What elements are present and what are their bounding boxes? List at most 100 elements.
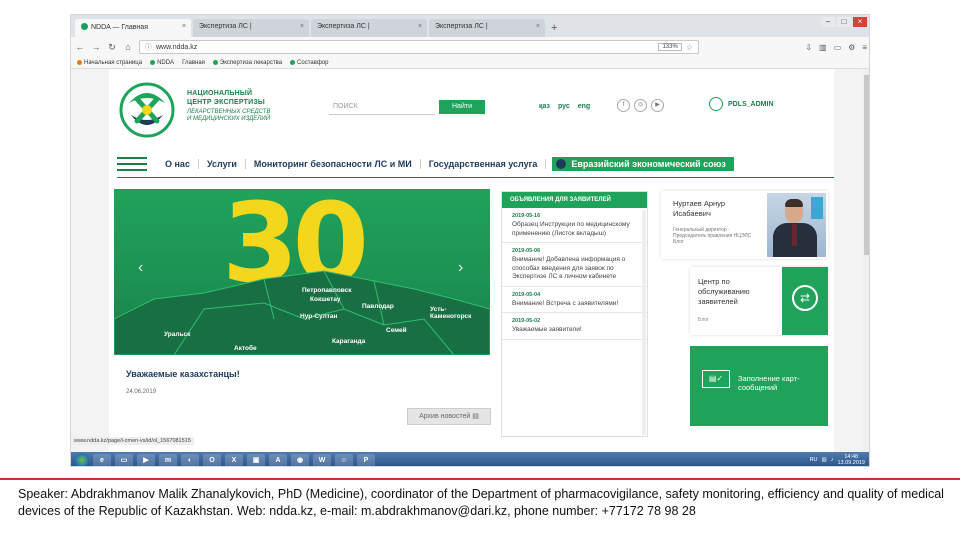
archive-icon: ▤ [472, 413, 479, 420]
lang-en[interactable]: eng [578, 103, 590, 110]
bookmark-item[interactable]: Составфор [290, 59, 328, 66]
facebook-icon[interactable]: f [617, 99, 630, 112]
announcements-scrollbar[interactable] [642, 210, 646, 435]
excel-icon[interactable]: X [225, 453, 243, 466]
search-button[interactable]: Найти [439, 100, 485, 114]
reload-icon[interactable]: ↻ [107, 42, 117, 53]
app-icon[interactable]: m [159, 453, 177, 466]
close-window-icon[interactable]: × [853, 17, 867, 27]
chrome-icon[interactable]: ◉ [291, 453, 309, 466]
library-icon[interactable]: ▥ [819, 43, 827, 52]
lang-ru[interactable]: рус [558, 103, 570, 110]
firefox-icon[interactable]: ◐ [181, 453, 199, 466]
minimize-icon[interactable]: – [821, 17, 835, 27]
zoom-level[interactable]: 133% [658, 43, 682, 51]
forward-icon[interactable]: → [91, 42, 101, 52]
navigation-bar: ← → ↻ ⌂ ⓘ www.ndda.kz 133% ☆ ⇩ ▥ ▭ ⚙ ≡ [71, 37, 869, 57]
org-name: НАЦИОНАЛЬНЫЙ ЦЕНТР ЭКСПЕРТИЗЫ [187, 90, 265, 106]
new-tab-button[interactable]: + [551, 22, 557, 34]
news-archive-button[interactable]: Архив новостей ▤ [407, 408, 491, 425]
bookmark-item[interactable]: Главная [182, 60, 205, 66]
slider-next-icon[interactable]: › [458, 259, 463, 277]
media-player-icon[interactable]: ▶ [137, 453, 155, 466]
slider-prev-icon[interactable]: ‹ [138, 259, 143, 277]
settings-icon[interactable]: ⚙ [848, 43, 855, 52]
page-scrollbar[interactable] [863, 69, 869, 452]
applicant-service-card[interactable]: Центр по обслуживанию заявителей Блог ⇄ [690, 267, 828, 335]
back-icon[interactable]: ← [75, 42, 85, 52]
app-icon[interactable]: ☺ [335, 453, 353, 466]
close-tab-icon[interactable]: × [418, 23, 422, 30]
user-account[interactable]: PDLS_ADMIN [709, 97, 774, 111]
search-input[interactable]: ПОИСК [329, 101, 435, 115]
map-city: Павлодар [362, 303, 394, 310]
ndda-logo[interactable] [119, 81, 175, 139]
announcement-item[interactable]: 2019-05-04 Внимание! Встреча с заявителя… [502, 287, 647, 313]
bookmark-star-icon[interactable]: ☆ [686, 43, 693, 52]
hamburger-menu-icon[interactable] [117, 157, 147, 171]
menu-item-state-service[interactable]: Государственная услуга [421, 159, 547, 169]
report-cards-card[interactable]: ▤✓ Заполнение карт- сообщений [690, 346, 828, 426]
caption-date: 24.06.2019 [126, 389, 157, 395]
announcement-item[interactable]: 2019-05-16 Образец Инструкции по медицин… [502, 208, 647, 243]
map-city: Уральск [164, 331, 191, 338]
tab-expertise-2[interactable]: Экспертиза ЛС | × [311, 19, 427, 37]
user-name: PDLS_ADMIN [728, 100, 774, 108]
window-controls: – □ × [821, 17, 867, 27]
ndda-favicon-icon [290, 59, 296, 65]
director-card[interactable]: Нуртаев Арнур Исабаевич Генеральный дире… [661, 191, 828, 259]
report-cards-title: Заполнение карт- сообщений [738, 374, 800, 392]
clock[interactable]: 14:48 13.09.2019 [837, 454, 865, 466]
menu-item-monitoring[interactable]: Мониторинг безопасности ЛС и МИ [246, 159, 421, 169]
main-menu: О нас Услуги Мониторинг безопасности ЛС … [109, 155, 834, 173]
menu-item-eaeu[interactable]: Евразийский экономический союз [552, 157, 734, 171]
service-title: Центр по обслуживанию заявителей [698, 277, 750, 306]
language-indicator[interactable]: RU [810, 457, 818, 463]
start-button-icon[interactable] [75, 453, 89, 466]
status-url: www.ndda.kz/page/i-zmen-vs/id/ol_1567081… [71, 437, 194, 445]
network-icon[interactable]: ▥ [822, 457, 827, 463]
close-tab-icon[interactable]: × [536, 23, 540, 30]
close-tab-icon[interactable]: × [182, 23, 186, 30]
ie-icon[interactable]: e [93, 453, 111, 466]
tab-expertise-3[interactable]: Экспертиза ЛС | × [429, 19, 545, 37]
scrollbar-thumb[interactable] [864, 75, 869, 255]
menu-icon[interactable]: ≡ [862, 43, 867, 52]
map-city: Актобе [234, 345, 257, 352]
tab-ndda[interactable]: NDDA — Главная × [75, 19, 191, 37]
outlook-icon[interactable]: O [203, 453, 221, 466]
files-icon[interactable]: ▣ [247, 453, 265, 466]
menu-item-services[interactable]: Услуги [199, 159, 246, 169]
speaker-caption: Speaker: Abdrakhmanov Malik Zhanalykovic… [18, 487, 944, 518]
firefox-icon [77, 59, 82, 65]
home-icon[interactable]: ⌂ [123, 42, 133, 52]
lang-kz[interactable]: қаз [539, 103, 550, 110]
site-info-icon[interactable]: ⓘ [145, 42, 152, 52]
bookmark-item[interactable]: Начальная страница [77, 59, 142, 66]
announcement-item[interactable]: 2019-05-02 Уважаемые заявители! [502, 313, 647, 340]
maximize-icon[interactable]: □ [837, 17, 851, 27]
word-icon[interactable]: W [313, 453, 331, 466]
bookmark-item[interactable]: Экспертиза лекарства [212, 59, 282, 66]
browser-screenshot: NDDA — Главная × Экспертиза ЛС | × Эксперт… [70, 14, 870, 467]
eaeu-icon [556, 159, 567, 169]
menu-item-about[interactable]: О нас [157, 159, 199, 169]
tab-expertise-1[interactable]: Экспертиза ЛС | × [193, 19, 309, 37]
news-slider[interactable]: 30 Петропавловск Кокшетау Павлодар Нур-С… [114, 189, 490, 355]
close-tab-icon[interactable]: × [300, 23, 304, 30]
download-icon[interactable]: ⇩ [805, 43, 812, 52]
explorer-icon[interactable]: ▭ [115, 453, 133, 466]
bookmark-item[interactable]: NDDA [150, 59, 174, 66]
youtube-icon[interactable]: ▶ [651, 99, 664, 112]
announcement-item[interactable]: 2019-05-06 Внимание! Добавлена информаци… [502, 243, 647, 287]
service-subtitle: Блог [698, 317, 709, 323]
web-page: НАЦИОНАЛЬНЫЙ ЦЕНТР ЭКСПЕРТИЗЫ ЛЕКАРСТВЕН… [71, 69, 869, 452]
announcements-header: ОБЪЯВЛЕНИЯ ДЛЯ ЗАЯВИТЕЛЕЙ [502, 192, 647, 208]
address-bar[interactable]: ⓘ www.ndda.kz 133% ☆ [139, 40, 699, 54]
sidebar-icon[interactable]: ▭ [834, 43, 842, 52]
instagram-icon[interactable]: ◎ [634, 99, 647, 112]
volume-icon[interactable]: ♪ [831, 457, 834, 463]
powerpoint-icon[interactable]: P [357, 453, 375, 466]
page-content: НАЦИОНАЛЬНЫЙ ЦЕНТР ЭКСПЕРТИЗЫ ЛЕКАРСТВЕН… [109, 69, 834, 452]
pdf-icon[interactable]: A [269, 453, 287, 466]
